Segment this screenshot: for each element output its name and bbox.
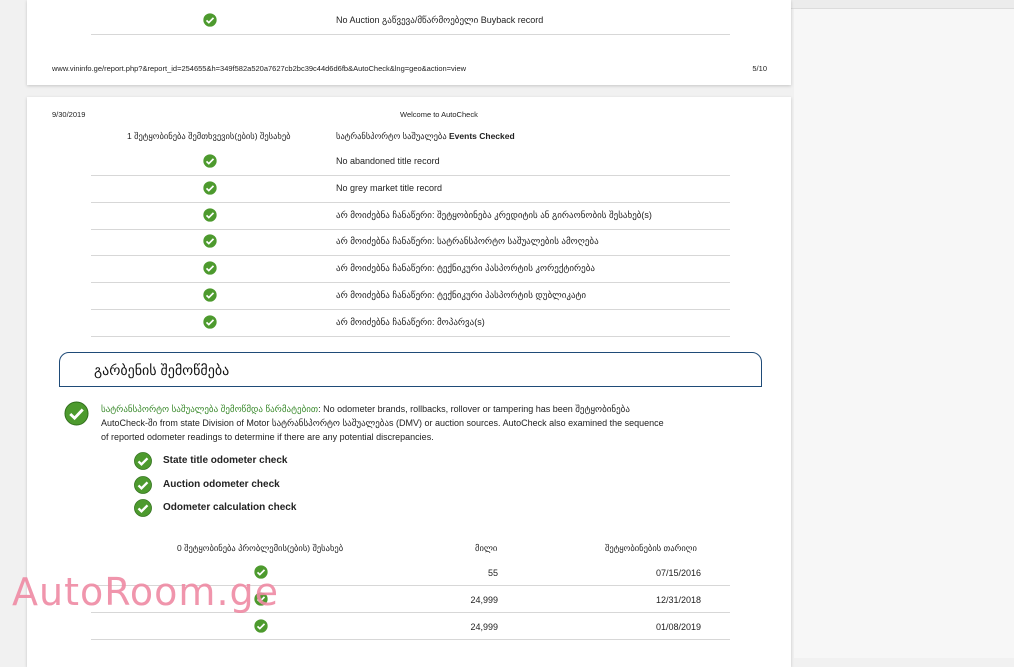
table-row: არ მოიძებნა ჩანაწერი: მოპარვა(s) (91, 309, 730, 337)
footer-url: www.vininfo.ge/report.php?&report_id=254… (52, 64, 467, 73)
row-text: არ მოიძებნა ჩანაწერი: შეტყობინება კრედიტ… (336, 209, 652, 220)
check-icon (203, 261, 217, 275)
odometer-summary: სატრანსპორტო საშუალება შემოწმდა წარმატებ… (101, 402, 671, 444)
table-row: არ მოიძებნა ჩანაწერი: ტექნიკური პასპორტი… (91, 255, 730, 284)
report-page-5: No Auction გაწვევა/მწარმოებელი Buyback r… (27, 0, 791, 85)
table-row: არ მოიძებნა ჩანაწერი: სატრანსპორტო საშუა… (91, 228, 730, 257)
odometer-date: 12/31/2018 (655, 595, 701, 605)
check-label: State title odometer check (163, 455, 288, 466)
row-text: No grey market title record (336, 182, 443, 193)
header-title: Welcome to AutoCheck (400, 110, 478, 119)
odometer-miles: 24,999 (470, 622, 498, 632)
check-icon (203, 154, 217, 168)
odo-header-problems: 0 შეტყობინება პრობლემის(ების) შესახებ (177, 543, 344, 553)
table-header-right: სატრანსპორტო საშუალება Events Checked (336, 131, 515, 141)
check-icon (203, 288, 217, 302)
check-icon (64, 401, 89, 426)
odometer-date: 07/15/2016 (655, 568, 701, 578)
row-text: არ მოიძებნა ჩანაწერი: ტექნიკური პასპორტი… (336, 290, 587, 300)
check-icon (203, 234, 217, 249)
odometer-date: 01/08/2019 (655, 622, 701, 632)
odo-header-date: შეტყობინების თარიღი (605, 543, 697, 553)
table-row: არ მოიძებნა ჩანაწერი: შეტყობინება კრედიტ… (91, 202, 730, 230)
check-icon (203, 207, 217, 222)
header-date: 9/30/2019 (52, 110, 86, 119)
odo-header-miles: მილი (475, 543, 498, 553)
check-icon (134, 499, 152, 517)
table-row: არ მოიძებნა ჩანაწერი: ტექნიკური პასპორტი… (91, 282, 730, 310)
odometer-section-header: გარბენის შემოწმება (59, 352, 762, 387)
check-label: Odometer calculation check (163, 502, 297, 513)
row-text: No abandoned title record (336, 156, 440, 166)
row-text: არ მოიძებნა ჩანაწერი: მოპარვა(s) (336, 316, 485, 327)
odometer-miles: 24,999 (470, 595, 498, 605)
check-icon (254, 619, 268, 633)
odometer-row: 24,999 01/08/2019 (91, 613, 730, 640)
check-icon (203, 13, 217, 27)
row-text: არ მოიძებნა ჩანაწერი: ტექნიკური პასპორტი… (336, 263, 595, 274)
viewer-background (794, 0, 1014, 658)
row-text: არ მოიძებნა ჩანაწერი: სატრანსპორტო საშუა… (336, 236, 599, 247)
table-header-left: 1 შეტყობინება შემთხვევის(ების) შესახებ (127, 131, 291, 141)
check-icon (134, 452, 152, 470)
table-row: No Auction გაწვევა/მწარმოებელი Buyback r… (91, 7, 730, 35)
watermark-logo: AutoRoom.ge (12, 570, 280, 614)
odometer-miles: 55 (487, 568, 498, 578)
table-row: No grey market title record (91, 175, 730, 203)
row-text: No Auction გაწვევა/მწარმოებელი Buyback r… (336, 15, 544, 25)
section-title: გარბენის შემოწმება (94, 362, 230, 378)
summary-status: სატრანსპორტო საშუალება შემოწმდა წარმატებ… (101, 404, 319, 414)
check-icon (134, 475, 152, 494)
table-row: No abandoned title record (91, 148, 730, 176)
check-label: Auction odometer check (163, 478, 280, 490)
footer-page-number: 5/10 (752, 64, 767, 73)
check-icon (203, 181, 217, 195)
check-icon (203, 315, 217, 329)
viewer-toolbar-strip (790, 0, 1014, 9)
